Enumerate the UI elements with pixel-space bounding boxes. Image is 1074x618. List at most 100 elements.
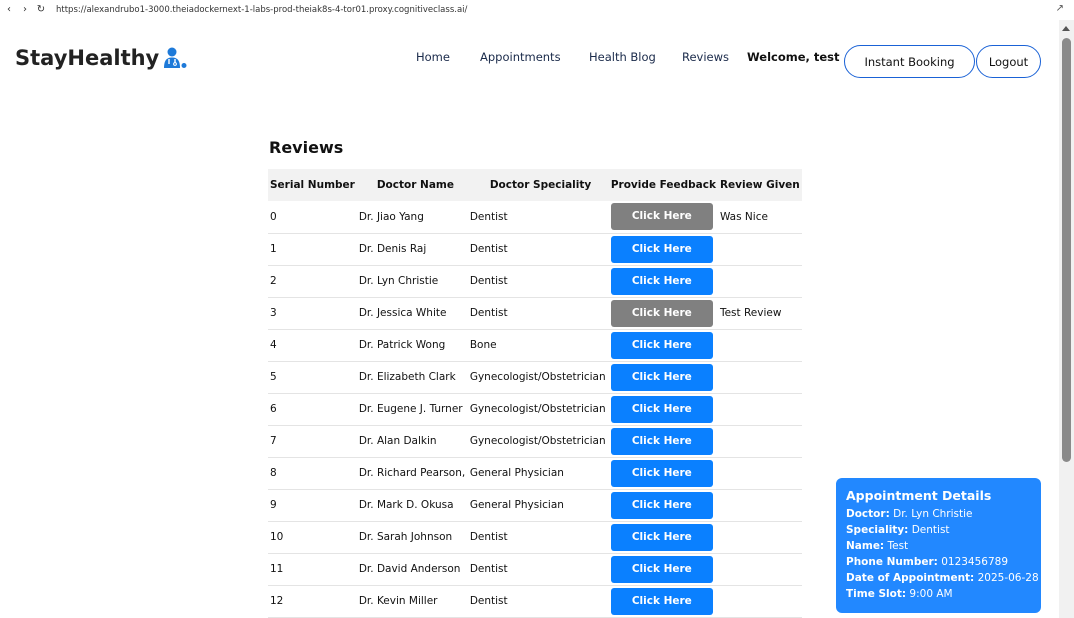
cell-provide-feedback: Click Here — [608, 265, 718, 298]
cell-serial-number: 11 — [268, 553, 357, 586]
nav-home[interactable]: Home — [416, 50, 450, 64]
feedback-button[interactable]: Click Here — [610, 267, 713, 295]
cell-doctor-name: Dr. Eugene J. Turner — [356, 393, 468, 426]
cell-doctor-speciality: Gynecologist/Obstetrician — [467, 361, 609, 394]
feedback-button[interactable]: Click Here — [610, 427, 713, 455]
cell-provide-feedback: Click Here — [608, 489, 718, 522]
cell-doctor-name: Dr. Jessica White — [356, 297, 468, 330]
table-header-row: Serial Number Doctor Name Doctor Special… — [268, 169, 802, 201]
column-header-feedback: Provide Feedback — [608, 169, 718, 201]
table-row: 11 Dr. David Anderson Dentist Click Here — [268, 553, 802, 586]
cell-doctor-speciality: General Physician — [467, 489, 609, 522]
cell-review-given — [717, 233, 802, 266]
cell-doctor-name: Dr. David Anderson — [356, 553, 468, 586]
cell-provide-feedback: Click Here — [608, 585, 718, 618]
feedback-button: Click Here — [610, 299, 713, 327]
cell-doctor-speciality: General Physician — [467, 457, 609, 490]
page-scrollbar[interactable] — [1059, 20, 1074, 618]
cell-doctor-speciality: Dentist — [467, 553, 609, 586]
feedback-button[interactable]: Click Here — [610, 523, 713, 551]
column-header-serial: Serial Number — [268, 169, 357, 201]
cell-serial-number: 0 — [268, 201, 357, 234]
cell-serial-number: 10 — [268, 521, 357, 554]
cell-review-given — [717, 521, 802, 554]
cell-doctor-speciality: Gynecologist/Obstetrician — [467, 425, 609, 458]
cell-serial-number: 6 — [268, 393, 357, 426]
feedback-button[interactable]: Click Here — [610, 395, 713, 423]
cell-review-given: Was Nice — [717, 201, 802, 234]
cell-doctor-speciality: Dentist — [467, 265, 609, 298]
cell-doctor-name: Dr. Richard Pearson, — [356, 457, 468, 490]
table-row: 9 Dr. Mark D. Okusa General Physician Click… — [268, 489, 802, 522]
table-row: 10 Dr. Sarah Johnson Dentist Click Here — [268, 521, 802, 554]
feedback-button[interactable]: Click Here — [610, 491, 713, 519]
table-row: 8 Dr. Richard Pearson, General Physician Cl… — [268, 457, 802, 490]
cell-review-given — [717, 265, 802, 298]
cell-doctor-speciality: Dentist — [467, 201, 609, 234]
feedback-button[interactable]: Click Here — [610, 235, 713, 263]
nav-appointments[interactable]: Appointments — [480, 50, 561, 64]
feedback-button[interactable]: Click Here — [610, 459, 713, 487]
cell-doctor-name: Dr. Patrick Wong — [356, 329, 468, 362]
page-title: Reviews — [269, 138, 344, 157]
column-header-speciality: Doctor Speciality — [467, 169, 609, 201]
forward-icon[interactable]: › — [18, 0, 32, 20]
cell-provide-feedback: Click Here — [608, 393, 718, 426]
appointment-details-card: Appointment Details Doctor: Dr. Lyn Chri… — [836, 478, 1041, 613]
cell-serial-number: 2 — [268, 265, 357, 298]
cell-provide-feedback: Click Here — [608, 553, 718, 586]
table-row: 12 Dr. Kevin Miller Dentist Click Here — [268, 585, 802, 618]
cell-doctor-name: Dr. Elizabeth Clark — [356, 361, 468, 394]
cell-doctor-speciality: Dentist — [467, 521, 609, 554]
feedback-button[interactable]: Click Here — [610, 331, 713, 359]
appointment-name: Name: Test — [846, 540, 909, 552]
scroll-thumb[interactable] — [1062, 38, 1071, 462]
appointment-phone: Phone Number: 0123456789 — [846, 556, 1009, 568]
cell-review-given — [717, 489, 802, 522]
cell-doctor-name: Dr. Lyn Christie — [356, 265, 468, 298]
cell-doctor-name: Dr. Denis Raj — [356, 233, 468, 266]
table-row: 0 Dr. Jiao Yang Dentist Click Here Was Nice — [268, 201, 802, 234]
table-row: 3 Dr. Jessica White Dentist Click Here Test … — [268, 297, 802, 330]
cell-serial-number: 4 — [268, 329, 357, 362]
table-row: 4 Dr. Patrick Wong Bone Click Here — [268, 329, 802, 362]
cell-provide-feedback: Click Here — [608, 457, 718, 490]
nav-health-blog[interactable]: Health Blog — [589, 50, 656, 64]
feedback-button[interactable]: Click Here — [610, 363, 713, 391]
appointment-doctor: Doctor: Dr. Lyn Christie — [846, 508, 973, 520]
column-header-review: Review Given — [717, 169, 802, 201]
cell-review-given — [717, 553, 802, 586]
table-row: 2 Dr. Lyn Christie Dentist Click Here — [268, 265, 802, 298]
cell-doctor-name: Dr. Alan Dalkin — [356, 425, 468, 458]
cell-review-given: Test Review — [717, 297, 802, 330]
address-bar[interactable]: https://alexandrubo1-3000.theiadockernex… — [56, 5, 467, 15]
back-icon[interactable]: ‹ — [2, 0, 16, 20]
cell-serial-number: 12 — [268, 585, 357, 618]
nav-reviews[interactable]: Reviews — [682, 50, 729, 64]
cell-serial-number: 1 — [268, 233, 357, 266]
feedback-button[interactable]: Click Here — [610, 587, 713, 615]
instant-booking-button[interactable]: Instant Booking — [844, 45, 975, 78]
cell-review-given — [717, 457, 802, 490]
scroll-up-arrow-icon[interactable] — [1062, 26, 1070, 31]
cell-review-given — [717, 361, 802, 394]
cell-doctor-name: Dr. Kevin Miller — [356, 585, 468, 618]
cell-provide-feedback: Click Here — [608, 201, 718, 234]
cell-provide-feedback: Click Here — [608, 521, 718, 554]
table-row: 6 Dr. Eugene J. Turner Gynecologist/Obstet… — [268, 393, 802, 426]
feedback-button[interactable]: Click Here — [610, 555, 713, 583]
cell-serial-number: 8 — [268, 457, 357, 490]
logout-button[interactable]: Logout — [976, 45, 1041, 78]
column-header-doctor: Doctor Name — [356, 169, 468, 201]
cell-doctor-speciality: Dentist — [467, 297, 609, 330]
open-external-icon[interactable]: ↗ — [1056, 3, 1064, 14]
cell-doctor-name: Dr. Jiao Yang — [356, 201, 468, 234]
cell-review-given — [717, 329, 802, 362]
cell-provide-feedback: Click Here — [608, 297, 718, 330]
reviews-table: Serial Number Doctor Name Doctor Special… — [268, 169, 802, 618]
table-row: 7 Dr. Alan Dalkin Gynecologist/Obstetricia… — [268, 425, 802, 458]
cell-serial-number: 3 — [268, 297, 357, 330]
cell-provide-feedback: Click Here — [608, 361, 718, 394]
reload-icon[interactable]: ↻ — [34, 0, 48, 20]
cell-doctor-speciality: Bone — [467, 329, 609, 362]
